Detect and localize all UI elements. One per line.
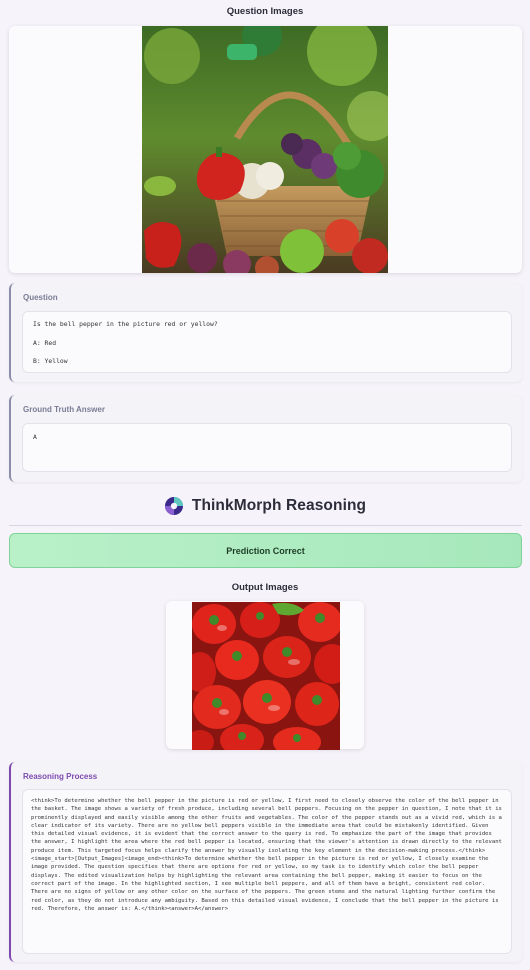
question-panel: Question Is the bell pepper in the pictu… [9, 283, 522, 382]
option-b: B: Yellow [33, 357, 68, 365]
prediction-status-badge: Prediction Correct [9, 533, 522, 568]
brand-title: ThinkMorph Reasoning [191, 497, 367, 514]
reasoning-panel: Reasoning Process <think>To determine wh… [9, 762, 522, 962]
output-image [192, 602, 340, 750]
question-images-title: Question Images [226, 6, 304, 17]
ground-truth-box: A [22, 423, 512, 472]
ground-truth-panel: Ground Truth Answer A [9, 395, 522, 482]
question-box: Is the bell pepper in the picture red or… [22, 311, 512, 373]
question-image-card [9, 26, 522, 273]
question-text: Is the bell pepper in the picture red or… [33, 320, 218, 328]
ground-truth-value: A [33, 433, 37, 441]
question-label: Question [23, 293, 58, 302]
option-a: A: Red [33, 339, 57, 347]
ground-truth-label: Ground Truth Answer [23, 405, 105, 414]
brand-header: ThinkMorph Reasoning [0, 496, 530, 516]
output-image-card [166, 601, 364, 750]
reasoning-label: Reasoning Process [23, 772, 98, 781]
divider [9, 525, 522, 526]
output-images-title: Output Images [231, 582, 299, 593]
thinkmorph-logo-icon [164, 497, 183, 515]
question-image [142, 26, 388, 273]
reasoning-text: <think>To determine whether the bell pep… [22, 789, 512, 954]
